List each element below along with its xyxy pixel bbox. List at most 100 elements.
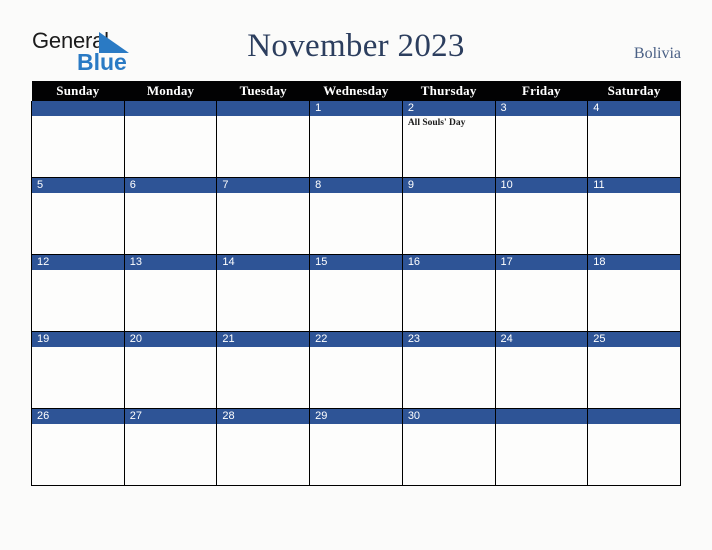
holiday-label: All Souls' Day [407,118,466,128]
day-event-area [217,347,309,349]
calendar-day-cell-20[interactable]: 20 [123,331,218,409]
day-event-area [403,424,495,426]
day-number: 1 [310,101,402,116]
day-event-area [125,270,217,272]
day-number: 5 [32,178,124,193]
day-event-area [125,424,217,426]
day-event-area [588,193,680,195]
day-number: 2 [402,101,495,116]
day-number: 18 [588,255,680,270]
calendar-day-cell-12[interactable]: 12 [31,254,125,332]
day-event-area [125,347,217,349]
calendar-day-cell-23[interactable]: 23 [401,331,496,409]
calendar-day-cell-1[interactable]: 1 [309,101,403,178]
day-number: 8 [310,178,402,193]
calendar-day-cell-3[interactable]: 3 [494,101,589,178]
weekday-header-wednesday: Wednesday [309,81,403,101]
weekday-header-thursday: Thursday [402,81,496,101]
calendar-week-row: 26 27 28 29 30 [31,408,681,486]
day-number: 9 [402,178,495,193]
day-number: 11 [588,178,680,193]
calendar-day-cell-empty[interactable] [216,101,311,178]
calendar-day-cell-16[interactable]: 16 [401,254,496,332]
calendar-day-cell-10[interactable]: 10 [494,177,589,255]
day-number: 12 [32,255,124,270]
day-event-area [32,116,124,118]
weekday-header-tuesday: Tuesday [216,81,310,101]
day-number: 20 [124,332,217,347]
calendar-day-cell-empty[interactable] [123,101,218,178]
calendar-day-cell-empty[interactable] [31,101,125,178]
calendar-day-cell-13[interactable]: 13 [123,254,218,332]
weekday-header-saturday: Saturday [587,81,681,101]
calendar-day-cell-22[interactable]: 22 [309,331,403,409]
day-number: 23 [402,332,495,347]
calendar-day-cell-14[interactable]: 14 [216,254,311,332]
day-event-area [217,424,309,426]
day-event-area [403,193,495,195]
calendar-day-cell-24[interactable]: 24 [494,331,589,409]
day-number: 10 [495,178,588,193]
day-number: 19 [32,332,124,347]
day-event-area [588,116,680,118]
calendar-day-cell-6[interactable]: 6 [123,177,218,255]
calendar-day-cell-8[interactable]: 8 [309,177,403,255]
day-number: 27 [124,409,217,424]
day-event-area [588,270,680,272]
day-number: 17 [495,255,588,270]
calendar-body: 1 2 All Souls' Day 3 4 5 6 7 8 9 10 11 12 13 14 15 16 17 1… [31,101,681,486]
calendar-day-cell-2[interactable]: 2 All Souls' Day [401,101,496,178]
day-number [495,409,588,424]
calendar-week-row: 1 2 All Souls' Day 3 4 [31,101,681,178]
day-number: 28 [217,409,310,424]
calendar-day-cell-25[interactable]: 25 [587,331,681,409]
calendar-day-cell-18[interactable]: 18 [587,254,681,332]
calendar-day-cell-9[interactable]: 9 [401,177,496,255]
calendar-day-cell-29[interactable]: 29 [309,408,403,486]
calendar-page: General Blue November 2023 Bolivia Sunda… [0,0,712,550]
calendar-day-cell-7[interactable]: 7 [216,177,311,255]
day-event-area [310,347,402,349]
calendar-week-row: 5 6 7 8 9 10 11 [31,177,681,255]
day-event-area [310,424,402,426]
day-event-area [217,116,309,118]
day-event-area [217,270,309,272]
calendar-day-cell-28[interactable]: 28 [216,408,311,486]
day-event-area [125,193,217,195]
calendar-day-cell-4[interactable]: 4 [587,101,681,178]
calendar-day-cell-17[interactable]: 17 [494,254,589,332]
calendar-day-cell-5[interactable]: 5 [31,177,125,255]
day-event-area [496,270,588,272]
day-event-area [310,270,402,272]
day-number: 7 [217,178,310,193]
calendar-day-cell-19[interactable]: 19 [31,331,125,409]
country-label: Bolivia [633,45,681,62]
day-event-area [32,424,124,426]
day-event-area [32,270,124,272]
weekday-row: Sunday Monday Tuesday Wednesday Thursday Frid… [31,81,681,101]
day-number: 25 [588,332,680,347]
day-event-area [588,424,680,426]
calendar-day-cell-30[interactable]: 30 [401,408,496,486]
day-event-area [588,347,680,349]
calendar-day-cell-27[interactable]: 27 [123,408,218,486]
day-number: 21 [217,332,310,347]
calendar-grid: Sunday Monday Tuesday Wednesday Thursday Frid… [31,81,681,486]
calendar-day-cell-empty[interactable] [587,408,681,486]
day-number [588,409,680,424]
calendar-day-cell-15[interactable]: 15 [309,254,403,332]
weekday-header-monday: Monday [124,81,217,101]
calendar-week-row: 19 20 21 22 23 24 25 [31,331,681,409]
day-number: 14 [217,255,310,270]
day-number [217,101,310,116]
calendar-day-cell-11[interactable]: 11 [587,177,681,255]
weekday-header-friday: Friday [495,81,588,101]
day-event-area [32,347,124,349]
page-title: November 2023 [247,28,465,64]
calendar-day-cell-empty[interactable] [494,408,589,486]
day-event-area [496,193,588,195]
day-number: 15 [310,255,402,270]
day-event-area [125,116,217,118]
calendar-day-cell-21[interactable]: 21 [216,331,311,409]
calendar-day-cell-26[interactable]: 26 [31,408,125,486]
